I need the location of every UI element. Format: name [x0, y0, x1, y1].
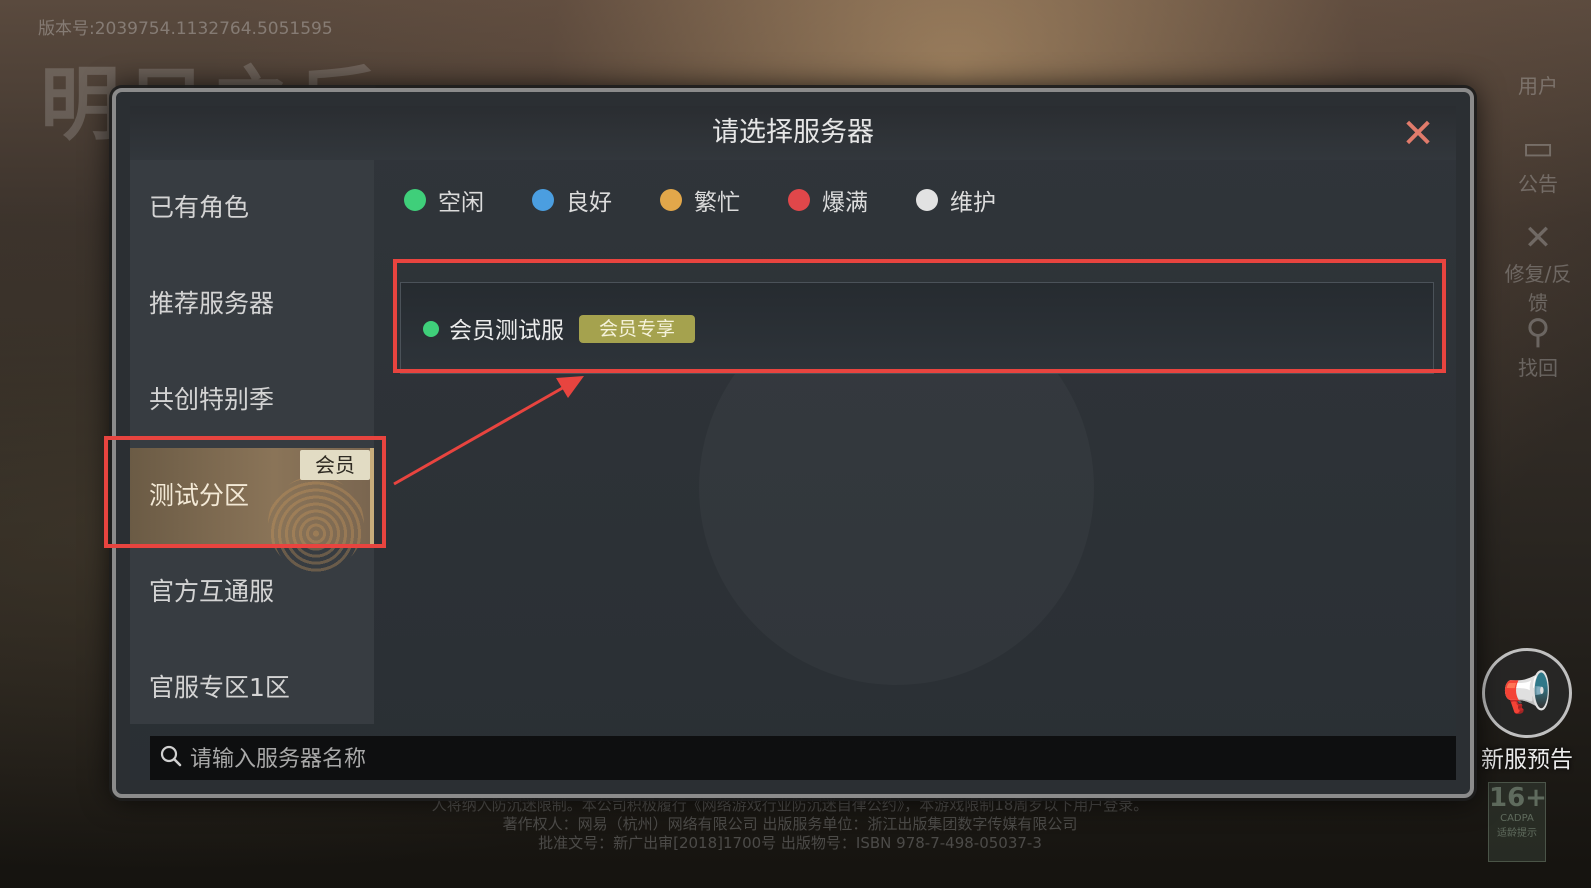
status-dot-icon — [404, 189, 426, 211]
megaphone-icon: 📢 — [1482, 648, 1572, 738]
legend-label: 空闲 — [438, 190, 484, 216]
footer-line: 批准文号：新广出审[2018]1700号 出版物号：ISBN 978-7-498… — [538, 834, 1042, 852]
status-dot-icon — [660, 189, 682, 211]
tab-label: 测试分区 — [149, 481, 250, 510]
tab-official-cross-server[interactable]: 官方互通服 — [130, 544, 374, 640]
legend-full: 爆满 — [788, 183, 868, 217]
server-card-vip-test[interactable]: 会员测试服 会员专享 — [400, 282, 1434, 374]
status-dot-icon — [788, 189, 810, 211]
legend-label: 维护 — [950, 190, 996, 216]
tab-label: 推荐服务器 — [149, 289, 275, 318]
age-rating-note: 适龄提示 — [1497, 828, 1537, 839]
tab-official-zone-1[interactable]: 官服专区1区 — [130, 640, 374, 736]
tab-recommended-servers[interactable]: 推荐服务器 — [130, 256, 374, 352]
tab-label: 官服专区1区 — [149, 673, 290, 702]
legend-maintenance: 维护 — [916, 183, 996, 217]
legend-label: 爆满 — [822, 190, 868, 216]
magnifier-icon: ⚲ — [1525, 312, 1551, 352]
notice-button[interactable]: ▭ 公告 — [1495, 128, 1581, 197]
side-button-label: 公告 — [1518, 172, 1558, 196]
server-name: 会员测试服 — [449, 318, 564, 344]
footer-line: 著作权人：网易（杭州）网络有限公司 出版服务单位：浙江出版集团数字传媒有限公司 — [502, 815, 1078, 833]
status-dot-icon — [532, 189, 554, 211]
side-button-label: 修复/反馈 — [1504, 262, 1572, 315]
version-text: 版本号:2039754.1132764.5051595 — [38, 19, 333, 39]
server-search-input[interactable] — [188, 736, 1446, 780]
server-status-legend: 空闲 良好 繁忙 爆满 维护 — [404, 178, 1044, 222]
wrench-icon: ✕ — [1523, 218, 1553, 258]
server-status-dot-icon — [423, 321, 439, 337]
server-select-dialog: 请选择服务器 ✕ 已有角色 推荐服务器 共创特别季 会员 测试分区 官方互通服 … — [112, 88, 1474, 798]
legend-good: 良好 — [532, 183, 612, 217]
age-rating-number: 16+ — [1489, 783, 1547, 813]
server-list-panel: 空闲 良好 繁忙 爆满 维护 会员测试服 会员专享 — [374, 160, 1456, 724]
age-rating-badge: 16+ CADPA 适龄提示 — [1488, 782, 1547, 862]
vip-exclusive-badge: 会员专享 — [579, 315, 696, 343]
tab-label: 已有角色 — [149, 193, 250, 222]
new-server-label: 新服预告 — [1481, 747, 1573, 773]
user-button[interactable]: 用户 — [1495, 70, 1581, 99]
tab-co-creation-season[interactable]: 共创特别季 — [130, 352, 374, 448]
tab-label: 共创特别季 — [149, 385, 275, 414]
notice-icon: ▭ — [1521, 128, 1555, 168]
repair-feedback-button[interactable]: ✕ 修复/反馈 — [1495, 218, 1581, 316]
search-icon — [160, 745, 182, 767]
side-button-label: 用户 — [1518, 74, 1558, 98]
status-dot-icon — [916, 189, 938, 211]
legend-busy: 繁忙 — [660, 183, 740, 217]
new-server-preview-button[interactable]: 📢 新服预告 — [1472, 648, 1582, 774]
dialog-title: 请选择服务器 — [130, 106, 1456, 160]
server-search-bar[interactable] — [150, 736, 1456, 780]
server-category-sidebar: 已有角色 推荐服务器 共创特别季 会员 测试分区 官方互通服 官服专区1区 — [130, 160, 374, 724]
recover-button[interactable]: ⚲ 找回 — [1495, 312, 1581, 381]
close-icon[interactable]: ✕ — [1398, 114, 1438, 154]
side-button-label: 找回 — [1518, 356, 1558, 380]
legend-label: 良好 — [566, 190, 612, 216]
vip-tag: 会员 — [300, 450, 370, 480]
tab-test-zone[interactable]: 会员 测试分区 — [130, 448, 374, 572]
legend-idle: 空闲 — [404, 183, 484, 217]
age-rating-org: CADPA — [1500, 813, 1534, 824]
tab-existing-characters[interactable]: 已有角色 — [130, 160, 374, 256]
tab-label: 官方互通服 — [149, 577, 275, 606]
legend-label: 繁忙 — [694, 190, 740, 216]
